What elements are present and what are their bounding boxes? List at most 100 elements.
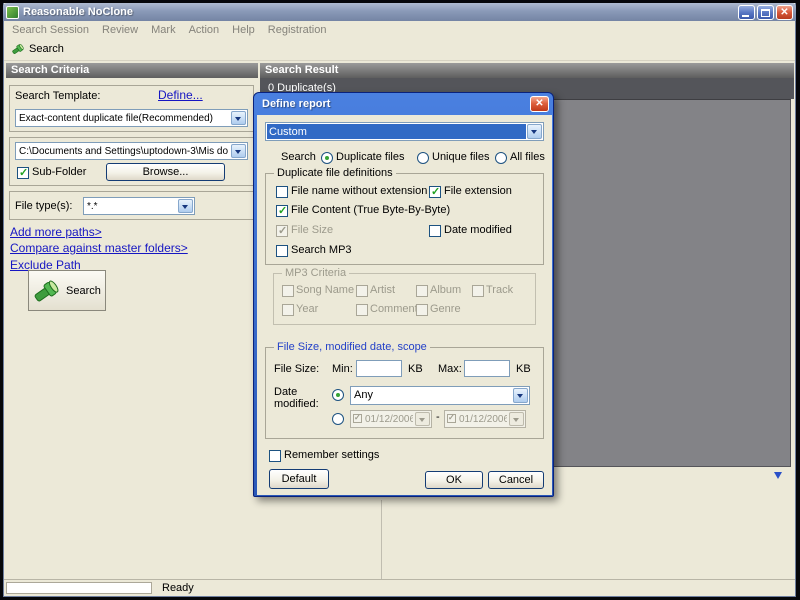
toolbar-search-label: Search [29, 43, 64, 55]
date-range-radio[interactable] [332, 413, 344, 425]
status-field[interactable] [6, 582, 152, 594]
remember-settings-checkbox[interactable] [269, 450, 281, 462]
compare-master-folders-link[interactable]: Compare against master folders> [10, 241, 188, 255]
album-label: Album [430, 284, 461, 296]
remember-settings-label: Remember settings [284, 449, 379, 461]
search-mp3-label: Search MP3 [291, 244, 352, 256]
toolbar-search-button[interactable]: Search [9, 41, 72, 57]
date-any-combo-value: Any [354, 389, 511, 402]
track-checkbox [472, 285, 484, 297]
preset-combo-value: Custom [267, 124, 526, 139]
flashlight-icon [11, 42, 25, 56]
date-modified-checkbox[interactable] [429, 225, 441, 237]
date-to-picker: 01/12/2006 [444, 410, 526, 428]
menu-review[interactable]: Review [102, 24, 138, 36]
radio-duplicate-files[interactable] [321, 152, 333, 164]
date-modified-row-label-1: Date [274, 386, 297, 398]
app-titlebar[interactable]: Reasonable NoClone ✕ [3, 3, 796, 21]
max-size-input[interactable] [464, 360, 510, 377]
menu-help[interactable]: Help [232, 24, 255, 36]
date-from-picker: 01/12/2006 [350, 410, 432, 428]
dialog-titlebar[interactable]: Define report [254, 93, 553, 115]
filename-without-ext-label: File name without extension [291, 185, 427, 197]
search-result-header: Search Result [260, 63, 794, 78]
filename-without-ext-checkbox[interactable] [276, 186, 288, 198]
column-divider [381, 500, 382, 579]
template-label: Search Template: [15, 90, 100, 102]
search-criteria-panel: Search Criteria Search Template: Define.… [6, 63, 258, 580]
chevron-down-icon[interactable] [231, 111, 246, 125]
radio-duplicate-files-label: Duplicate files [336, 151, 404, 163]
filesize-label: File Size: [274, 363, 319, 375]
radio-unique-files[interactable] [417, 152, 429, 164]
statusbar: Ready [4, 579, 795, 596]
preset-combo[interactable]: Custom [265, 122, 544, 141]
size-date-scope-group: File Size, modified date, scope File Siz… [265, 347, 544, 439]
template-combo[interactable]: Exact-content duplicate file(Recommended… [15, 109, 248, 127]
chevron-down-icon[interactable] [513, 388, 528, 403]
min-label: Min: [332, 363, 353, 375]
desktop: Reasonable NoClone ✕ Search Session Revi… [0, 0, 800, 600]
filetype-combo-value: *.* [87, 200, 176, 213]
date-to-value: 01/12/2006 [459, 413, 507, 426]
artist-checkbox [356, 285, 368, 297]
date-to-check-icon [447, 414, 456, 423]
track-label: Track [486, 284, 513, 296]
menu-action[interactable]: Action [189, 24, 220, 36]
maximize-icon [761, 9, 770, 17]
app-icon [6, 6, 19, 19]
file-extension-checkbox[interactable] [429, 186, 441, 198]
subfolder-label: Sub-Folder [32, 166, 86, 178]
date-any-combo[interactable]: Any [350, 386, 530, 405]
file-size-label: File Size [291, 224, 333, 236]
menu-mark[interactable]: Mark [151, 24, 175, 36]
radio-all-files[interactable] [495, 152, 507, 164]
filetype-combo[interactable]: *.* [83, 197, 195, 215]
chevron-down-icon [415, 412, 430, 426]
size-date-scope-title: File Size, modified date, scope [274, 341, 430, 353]
folder-combo-value: C:\Documents and Settings\uptodown-3\Mis… [19, 145, 229, 158]
radio-unique-files-label: Unique files [432, 151, 489, 163]
status-ready: Ready [162, 582, 194, 594]
date-from-value: 01/12/2006 [365, 413, 413, 426]
menubar: Search Session Review Mark Action Help R… [4, 21, 795, 38]
search-criteria-header: Search Criteria [6, 63, 258, 78]
chevron-down-icon[interactable] [231, 144, 246, 158]
mp3-criteria-group: MP3 Criteria Song Name Artist Album Trac… [273, 273, 536, 325]
default-button[interactable]: Default [269, 469, 329, 489]
maximize-button[interactable] [757, 5, 774, 20]
close-button[interactable]: ✕ [776, 5, 793, 20]
folder-combo[interactable]: C:\Documents and Settings\uptodown-3\Mis… [15, 142, 248, 160]
filetype-group: File type(s): *.* [9, 191, 254, 220]
date-any-radio[interactable] [332, 389, 344, 401]
file-size-checkbox [276, 225, 288, 237]
flashlight-icon [31, 275, 63, 307]
chevron-down-icon[interactable] [527, 124, 542, 139]
dialog-close-button[interactable]: ✕ [530, 96, 549, 112]
dialog-body: Custom Search Duplicate files Unique fil… [257, 115, 552, 495]
search-button[interactable]: Search [28, 270, 106, 311]
min-size-input[interactable] [356, 360, 402, 377]
minimize-button[interactable] [738, 5, 755, 20]
menu-search-session[interactable]: Search Session [12, 24, 89, 36]
chevron-down-icon[interactable] [178, 199, 193, 213]
add-more-paths-link[interactable]: Add more paths> [10, 225, 102, 239]
browse-button[interactable]: Browse... [106, 163, 225, 181]
menu-registration[interactable]: Registration [268, 24, 327, 36]
define-link[interactable]: Define... [158, 88, 203, 102]
file-content-checkbox[interactable] [276, 205, 288, 217]
comment-checkbox [356, 304, 368, 316]
ok-button[interactable]: OK [425, 471, 483, 489]
cancel-button[interactable]: Cancel [488, 471, 544, 489]
year-label: Year [296, 303, 318, 315]
file-content-label: File Content (True Byte-By-Byte) [291, 204, 450, 216]
chevron-down-icon [509, 412, 524, 426]
subfolder-checkbox[interactable] [17, 167, 29, 179]
window-controls: ✕ [738, 5, 793, 20]
search-mp3-checkbox[interactable] [276, 245, 288, 257]
blue-arrow-icon[interactable] [772, 469, 784, 481]
max-kb-label: KB [516, 363, 531, 375]
min-kb-label: KB [408, 363, 423, 375]
date-range-separator: - [436, 411, 440, 423]
song-name-label: Song Name [296, 284, 354, 296]
